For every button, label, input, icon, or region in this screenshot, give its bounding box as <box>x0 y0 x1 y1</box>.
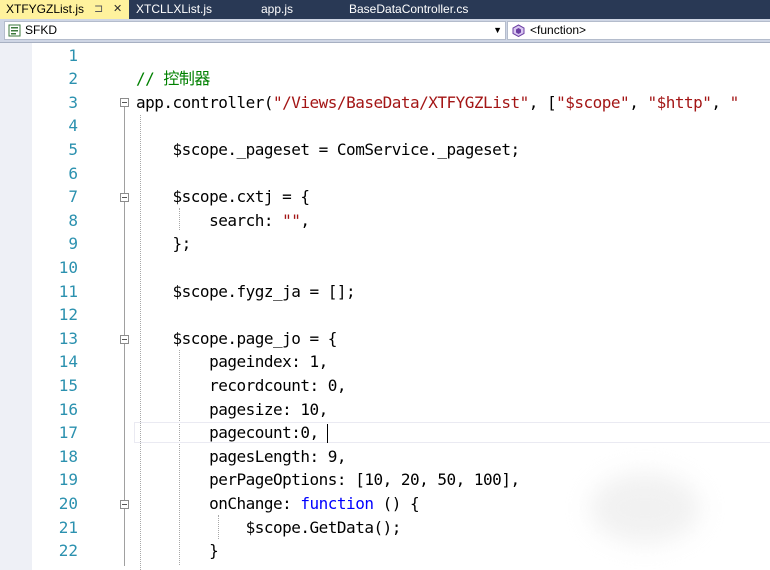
pin-icon[interactable]: ⊐ <box>94 0 103 19</box>
line-number: 1 <box>68 46 78 65</box>
navigation-bar: SFKD ▼ <function> <box>0 19 770 43</box>
selection-margin <box>0 43 32 570</box>
line-number: 17 <box>58 423 78 442</box>
line-number: 5 <box>68 140 78 159</box>
line-number: 15 <box>58 376 78 395</box>
text-caret <box>327 424 328 443</box>
outlining-margin <box>117 43 134 570</box>
line-number: 4 <box>68 116 78 135</box>
collapse-icon[interactable] <box>120 98 129 107</box>
code-line[interactable]: pagesLength: 9, <box>136 445 347 469</box>
code-line-current[interactable]: pagecount:0, <box>136 421 319 445</box>
line-number: 6 <box>68 164 78 183</box>
tab-basedatacontroller[interactable]: BaseDataController.cs <box>343 0 503 19</box>
line-number: 18 <box>58 447 78 466</box>
line-number: 22 <box>58 541 78 560</box>
code-line[interactable]: $scope.cxtj = { <box>136 185 310 209</box>
line-number: 20 <box>58 494 78 513</box>
tab-xtfygzlist[interactable]: XTFYGZList.js ⊐ ✕ <box>0 0 129 19</box>
line-number: 14 <box>58 352 78 371</box>
tab-label: XTCLLXList.js <box>136 2 213 16</box>
code-line[interactable]: $scope.GetData(); <box>136 516 402 540</box>
document-tab-strip: XTFYGZList.js ⊐ ✕ XTCLLXList.js app.js B… <box>0 0 770 19</box>
line-number: 8 <box>68 211 78 230</box>
code-line[interactable]: onChange: function () { <box>136 492 420 516</box>
function-icon <box>512 24 525 37</box>
project-dropdown[interactable]: SFKD ▼ <box>4 21 506 40</box>
code-line[interactable]: pageindex: 1, <box>136 350 328 374</box>
line-number: 21 <box>58 518 78 537</box>
code-line[interactable]: }; <box>136 232 192 256</box>
project-dropdown-value: SFKD <box>25 23 58 37</box>
code-line[interactable]: app.controller("/Views/BaseData/XTFYGZLi… <box>136 91 739 115</box>
line-number: 7 <box>68 187 78 206</box>
collapse-icon[interactable] <box>120 193 129 202</box>
tab-app-js[interactable]: app.js <box>255 0 335 19</box>
code-line-comment[interactable]: // 控制器 <box>136 67 210 91</box>
line-number: 10 <box>58 258 78 277</box>
code-line[interactable]: } <box>136 539 219 563</box>
tab-label: app.js <box>261 2 294 16</box>
watermark-blur <box>590 473 700 543</box>
code-line[interactable]: $scope.fygz_ja = []; <box>136 280 356 304</box>
line-number: 12 <box>58 305 78 324</box>
code-editor[interactable]: 1 2 3 4 5 6 7 8 9 10 11 12 13 14 15 16 1… <box>0 43 770 570</box>
line-number: 2 <box>68 69 78 88</box>
line-number: 9 <box>68 234 78 253</box>
line-number: 3 <box>68 93 78 112</box>
line-number: 13 <box>58 329 78 348</box>
tab-label: BaseDataController.cs <box>349 2 469 16</box>
code-line[interactable]: recordcount: 0, <box>136 374 347 398</box>
member-dropdown[interactable]: <function> <box>507 21 770 40</box>
close-icon[interactable]: ✕ <box>113 0 122 19</box>
chevron-down-icon: ▼ <box>493 25 502 35</box>
tab-label: XTFYGZList.js <box>6 2 85 16</box>
file-icon <box>8 24 21 37</box>
line-number: 16 <box>58 400 78 419</box>
collapse-icon[interactable] <box>120 335 129 344</box>
code-line[interactable]: $scope.page_jo = { <box>136 327 338 351</box>
line-number: 19 <box>58 470 78 489</box>
tab-xtcllxlist[interactable]: XTCLLXList.js <box>130 0 245 19</box>
collapse-icon[interactable] <box>120 500 129 509</box>
code-line[interactable]: perPageOptions: [10, 20, 50, 100], <box>136 468 520 492</box>
code-line[interactable]: pagesize: 10, <box>136 398 328 422</box>
code-line[interactable]: $scope._pageset = ComService._pageset; <box>136 138 521 162</box>
code-line[interactable]: search: "", <box>136 209 310 233</box>
member-dropdown-value: <function> <box>530 23 587 37</box>
line-number: 11 <box>58 282 78 301</box>
